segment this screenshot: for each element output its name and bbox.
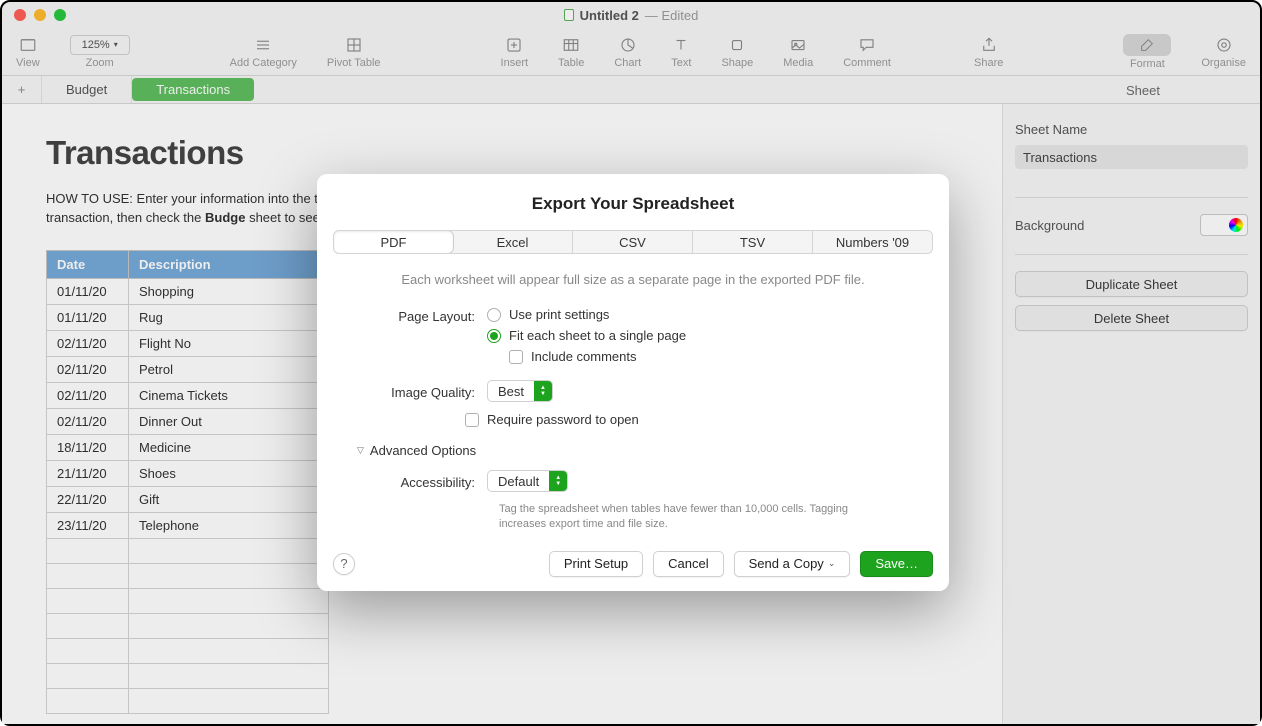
cancel-button[interactable]: Cancel bbox=[653, 551, 723, 577]
inspector-panel: Sheet Name Background Duplicate Sheet De… bbox=[1002, 104, 1260, 724]
advanced-options-disclosure[interactable]: ▽ Advanced Options bbox=[357, 443, 909, 458]
page-layout-label: Page Layout: bbox=[357, 307, 487, 324]
table-row[interactable] bbox=[47, 538, 329, 563]
export-dialog-title: Export Your Spreadsheet bbox=[317, 174, 949, 230]
table-row[interactable] bbox=[47, 613, 329, 638]
help-button[interactable]: ? bbox=[333, 553, 355, 575]
save-button[interactable]: Save… bbox=[860, 551, 933, 577]
background-label: Background bbox=[1015, 218, 1084, 233]
table-row[interactable]: 21/11/20Shoes bbox=[47, 460, 329, 486]
tab-tsv[interactable]: TSV bbox=[693, 231, 813, 253]
window-close-button[interactable] bbox=[14, 9, 26, 21]
toolbar-add-category[interactable]: Add Category bbox=[230, 35, 297, 69]
accessibility-note: Tag the spreadsheet when tables have few… bbox=[499, 502, 879, 533]
background-color-well[interactable] bbox=[1200, 214, 1248, 236]
checkbox-include-comments[interactable]: Include comments bbox=[509, 349, 909, 364]
titlebar: Untitled 2 — Edited bbox=[2, 2, 1260, 28]
tab-excel[interactable]: Excel bbox=[453, 231, 573, 253]
accessibility-select[interactable]: Default bbox=[487, 470, 568, 492]
table-row[interactable] bbox=[47, 563, 329, 588]
send-a-copy-button[interactable]: Send a Copy⌄ bbox=[734, 551, 851, 577]
radio-use-print-settings[interactable]: Use print settings bbox=[487, 307, 909, 322]
sheet-tab-budget[interactable]: Budget bbox=[42, 76, 132, 103]
toolbar-table[interactable]: Table bbox=[558, 35, 584, 69]
table-row[interactable] bbox=[47, 688, 329, 713]
image-quality-select[interactable]: Best bbox=[487, 380, 553, 402]
window-edited-state: — Edited bbox=[645, 8, 699, 23]
toolbar-format[interactable]: Format bbox=[1123, 34, 1171, 70]
table-row[interactable]: 01/11/20Shopping bbox=[47, 278, 329, 304]
table-row[interactable] bbox=[47, 663, 329, 688]
table-row[interactable]: 22/11/20Gift bbox=[47, 486, 329, 512]
accessibility-label: Accessibility: bbox=[357, 473, 487, 490]
export-dialog: Export Your Spreadsheet PDF Excel CSV TS… bbox=[317, 174, 949, 591]
toolbar-text[interactable]: Text bbox=[671, 35, 691, 69]
app-window: Untitled 2 — Edited View 125%▾ Zoom Add … bbox=[0, 0, 1262, 726]
table-row[interactable]: 02/11/20Cinema Tickets bbox=[47, 382, 329, 408]
export-description: Each worksheet will appear full size as … bbox=[357, 272, 909, 287]
col-description[interactable]: Description bbox=[129, 250, 329, 278]
table-row[interactable]: 01/11/20Rug bbox=[47, 304, 329, 330]
checkbox-require-password[interactable]: Require password to open bbox=[465, 412, 909, 427]
table-row[interactable]: 02/11/20Dinner Out bbox=[47, 408, 329, 434]
transactions-table[interactable]: Date Description 01/11/20Shopping01/11/2… bbox=[46, 250, 329, 714]
toolbar-chart[interactable]: Chart bbox=[614, 35, 641, 69]
table-row[interactable]: 18/11/20Medicine bbox=[47, 434, 329, 460]
chevron-down-icon: ▽ bbox=[357, 445, 364, 456]
print-setup-button[interactable]: Print Setup bbox=[549, 551, 643, 577]
radio-fit-single-page[interactable]: Fit each sheet to a single page bbox=[487, 328, 909, 343]
duplicate-sheet-button[interactable]: Duplicate Sheet bbox=[1015, 271, 1248, 297]
toolbar-organise[interactable]: Organise bbox=[1201, 35, 1246, 69]
image-quality-label: Image Quality: bbox=[357, 383, 487, 400]
toolbar-zoom[interactable]: 125%▾ Zoom bbox=[70, 35, 130, 69]
toolbar-comment[interactable]: Comment bbox=[843, 35, 891, 69]
chevron-down-icon: ⌄ bbox=[828, 558, 836, 569]
table-row[interactable]: 23/11/20Telephone bbox=[47, 512, 329, 538]
tab-csv[interactable]: CSV bbox=[573, 231, 693, 253]
tab-numbers09[interactable]: Numbers '09 bbox=[813, 231, 932, 253]
doc-proxy-icon[interactable] bbox=[564, 9, 574, 21]
select-stepper-icon bbox=[549, 470, 567, 492]
sheet-name-label: Sheet Name bbox=[1015, 122, 1248, 137]
col-date[interactable]: Date bbox=[47, 250, 129, 278]
delete-sheet-button[interactable]: Delete Sheet bbox=[1015, 305, 1248, 331]
sheet-tab-transactions[interactable]: Transactions bbox=[132, 78, 254, 101]
table-row[interactable]: 02/11/20Petrol bbox=[47, 356, 329, 382]
sheet-tabs-bar: + Budget Transactions Sheet bbox=[2, 76, 1260, 104]
add-sheet-button[interactable]: + bbox=[2, 76, 42, 103]
sheet-label-right: Sheet bbox=[1126, 76, 1160, 104]
tab-pdf[interactable]: PDF bbox=[333, 230, 454, 254]
select-stepper-icon bbox=[534, 380, 552, 402]
window-minimize-button[interactable] bbox=[34, 9, 46, 21]
sheet-name-input[interactable] bbox=[1015, 145, 1248, 169]
rainbow-icon bbox=[1229, 218, 1243, 232]
table-row[interactable] bbox=[47, 588, 329, 613]
toolbar-insert[interactable]: Insert bbox=[501, 35, 529, 69]
export-format-tabs: PDF Excel CSV TSV Numbers '09 bbox=[333, 230, 933, 254]
toolbar-share[interactable]: Share bbox=[974, 35, 1003, 69]
window-title: Untitled 2 bbox=[580, 8, 639, 23]
toolbar-pivot-table[interactable]: Pivot Table bbox=[327, 35, 381, 69]
toolbar-shape[interactable]: Shape bbox=[721, 35, 753, 69]
toolbar-media[interactable]: Media bbox=[783, 35, 813, 69]
window-zoom-button[interactable] bbox=[54, 9, 66, 21]
toolbar-view[interactable]: View bbox=[16, 35, 40, 69]
table-row[interactable]: 02/11/20Flight No bbox=[47, 330, 329, 356]
table-row[interactable] bbox=[47, 638, 329, 663]
page-title: Transactions bbox=[46, 134, 1002, 172]
toolbar: View 125%▾ Zoom Add Category Pivot Table… bbox=[2, 28, 1260, 76]
